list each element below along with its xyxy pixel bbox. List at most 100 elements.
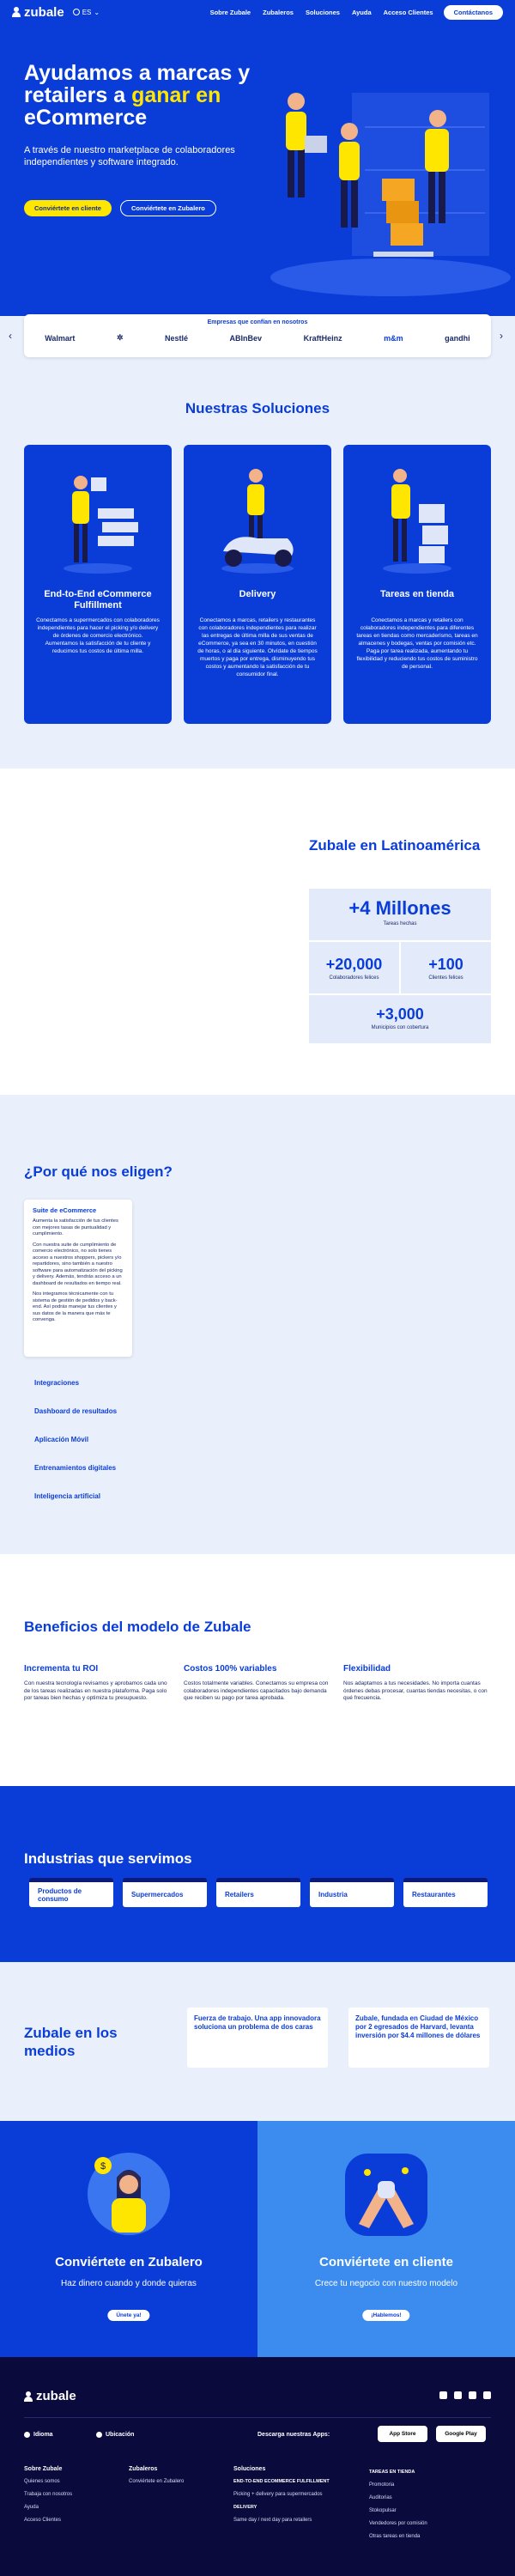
chevron-down-icon: ⌄: [94, 8, 100, 16]
industry-supermarkets[interactable]: Supermercados: [123, 1878, 207, 1907]
solution-card-text: Conectamos a marcas y retailers con cola…: [356, 617, 478, 670]
footer-link[interactable]: Ayuda: [24, 2505, 72, 2510]
industry-industria[interactable]: Industria: [310, 1878, 394, 1907]
industry-restaurants[interactable]: Restaurantes: [403, 1878, 488, 1907]
globe-icon: [24, 2432, 30, 2438]
footer-link[interactable]: Quienes somos: [24, 2479, 72, 2484]
cta-zubalero-text: Haz dinero cuando y donde quieras: [61, 2279, 197, 2288]
zubale-logo-icon: [24, 2391, 33, 2402]
solution-card-title: Tareas en tienda: [380, 589, 454, 599]
footer-link[interactable]: Vendedores por comisión: [369, 2521, 427, 2526]
footer-link[interactable]: Same day / next day para retailers: [233, 2518, 330, 2523]
brand-logo-kraftheinz: KraftHeinz: [303, 333, 342, 343]
chevron-left-icon[interactable]: ‹: [9, 330, 12, 342]
app-store-badge[interactable]: App Store: [378, 2426, 427, 2442]
brand-logo-abinbev: ABInBev: [229, 333, 263, 343]
footer-col-zubaleros: Zubaleros Conviértete en Zubalero: [129, 2466, 185, 2484]
solutions-section: Nuestras Soluciones End-to-End eCommerce…: [0, 369, 515, 769]
solution-card-store-tasks[interactable]: Tareas en tienda Conectamos a marcas y r…: [343, 445, 491, 724]
why-section: ¿Por qué nos eligen? Suite de eCommerce …: [0, 1095, 515, 1554]
industries-title: Industrias que servimos: [24, 1850, 192, 1867]
footer: zubale Idioma Ubicación Descarga nuestra…: [0, 2357, 515, 2576]
talk-button[interactable]: ¡Hablemos!: [362, 2310, 410, 2321]
industry-retailers[interactable]: Retailers: [216, 1878, 300, 1907]
benefit-roi: Incrementa tu ROI Con nuestra tecnología…: [24, 1664, 167, 1701]
solution-card-text: Conectamos a marcas, retailers y restaur…: [197, 617, 318, 677]
solution-card-text: Conectamos a supermercados con colaborad…: [36, 617, 160, 654]
why-item-dashboard[interactable]: Dashboard de resultados: [34, 1407, 117, 1415]
footer-language[interactable]: Idioma: [24, 2432, 53, 2438]
footer-link[interactable]: Auditorias: [369, 2495, 427, 2500]
contact-button[interactable]: Contáctanos: [443, 4, 503, 20]
brand-logo-mm: m&m: [384, 333, 403, 343]
handshake-illustration: [345, 2154, 427, 2236]
brand-logo-star: ✲: [116, 333, 124, 342]
benefits-section: Beneficios del modelo de Zubale Incremen…: [0, 1554, 515, 1786]
nav-link-zubaleros[interactable]: Zubaleros: [263, 9, 294, 16]
chevron-right-icon[interactable]: ›: [500, 330, 503, 342]
zubale-logo[interactable]: zubale: [12, 5, 64, 20]
solution-card-delivery[interactable]: Delivery Conectamos a marcas, retailers …: [184, 445, 331, 724]
benefit-flexibility: Flexibilidad Nos adaptamos a tus necesid…: [343, 1664, 488, 1701]
top-nav: zubale ES ⌄ Sobre Zubale Zubaleros Soluc…: [0, 0, 515, 24]
footer-divider: [24, 2417, 491, 2418]
zubale-logo-icon: [12, 7, 21, 17]
why-item-training[interactable]: Entrenamientos digitales: [34, 1464, 116, 1472]
solution-card-title: End-to-End eCommerce Fulfillment: [44, 589, 152, 611]
media-title: Zubale en los medios: [24, 2025, 118, 2059]
benefits-title: Beneficios del modelo de Zubale: [24, 1619, 251, 1635]
youtube-icon[interactable]: [469, 2391, 476, 2399]
footer-link[interactable]: Otras tareas en tienda: [369, 2534, 427, 2539]
why-item-integraciones[interactable]: Integraciones: [34, 1379, 79, 1387]
hero-subtitle: A través de nuestro marketplace de colab…: [24, 145, 235, 167]
footer-link[interactable]: Acceso Clientes: [24, 2518, 72, 2523]
location-pin-icon: [96, 2432, 102, 2438]
facebook-icon[interactable]: [454, 2391, 462, 2399]
language-selector[interactable]: ES ⌄: [72, 8, 100, 16]
footer-logo[interactable]: zubale: [24, 2389, 76, 2403]
become-client-button[interactable]: Conviértete en cliente: [24, 200, 112, 216]
footer-link[interactable]: Promotoria: [369, 2482, 427, 2488]
google-play-badge[interactable]: Google Play: [436, 2426, 486, 2442]
media-article-card[interactable]: Zubale, fundada en Ciudad de México por …: [348, 2008, 489, 2068]
footer-link[interactable]: Conviértete en Zubalero: [129, 2479, 184, 2484]
footer-link[interactable]: Stokopulsar: [369, 2508, 427, 2513]
footer-col-solutions: Soluciones END-TO-END ECOMMERCE FULFILLM…: [233, 2466, 330, 2523]
footer-col-store-tasks: TAREAS EN TIENDA Promotoria Auditorias S…: [369, 2470, 427, 2539]
media-article-card[interactable]: Fuerza de trabajo. Una app innovadora so…: [187, 2008, 328, 2068]
why-item-app[interactable]: Aplicación Móvil: [34, 1436, 88, 1443]
linkedin-icon[interactable]: [483, 2391, 491, 2399]
instagram-icon[interactable]: [439, 2391, 447, 2399]
cta-client-text: Crece tu negocio con nuestro modelo: [314, 2279, 458, 2288]
solution-card-fulfillment[interactable]: End-to-End eCommerce Fulfillment Conecta…: [24, 445, 172, 724]
brands-carousel: Empresas que confían en nosotros Walmart…: [24, 314, 491, 357]
footer-col-about: Sobre Zubale Quienes somos Trabaja con n…: [24, 2466, 73, 2523]
stat-collaborators: +20,000 Colaboradores felices: [309, 942, 399, 993]
footer-location[interactable]: Ubicación: [96, 2432, 134, 2438]
apps-label: Descarga nuestras Apps:: [258, 2432, 330, 2438]
why-item-ai[interactable]: Inteligencia artificial: [34, 1492, 100, 1500]
footer-link[interactable]: Picking + delivery para supermercados: [233, 2492, 330, 2497]
solutions-title: Nuestras Soluciones: [185, 400, 330, 416]
solution-card-title: Delivery: [239, 589, 276, 599]
industry-consumer-products[interactable]: Productos de consumo: [29, 1878, 113, 1907]
delivery-illustration: [221, 469, 294, 574]
nav-link-soluciones[interactable]: Soluciones: [306, 9, 340, 16]
why-active-card[interactable]: Suite de eCommerce Aumenta la satisfacci…: [24, 1200, 132, 1357]
brand-logo-gandhi: gandhi: [445, 333, 470, 343]
nav-link-ayuda[interactable]: Ayuda: [352, 9, 372, 16]
nav-link-acceso-clientes[interactable]: Acceso Clientes: [384, 9, 433, 16]
industries-section: Industrias que servimos Productos de con…: [0, 1786, 515, 1962]
social-links: [439, 2391, 491, 2399]
brand-logo-walmart: Walmart: [45, 333, 76, 343]
why-active-title: Suite de eCommerce: [33, 1206, 97, 1214]
brands-title: Empresas que confían en nosotros: [207, 319, 308, 325]
join-button[interactable]: Únete ya!: [107, 2310, 150, 2321]
stat-tasks: +4 Millones Tareas hechas: [309, 889, 491, 940]
footer-link[interactable]: Trabaja con nosotros: [24, 2492, 72, 2497]
benefit-costs: Costos 100% variables Costos totalmente …: [184, 1664, 329, 1701]
become-zubalero-button[interactable]: Conviértete en Zubalero: [120, 200, 216, 216]
nav-link-sobre-zubale[interactable]: Sobre Zubale: [210, 9, 251, 16]
hero-section: Ayudamos a marcas y retailers a ganar en…: [0, 24, 515, 316]
latam-section: Zubale en Latinoamérica +4 Millones Tare…: [0, 769, 515, 1095]
